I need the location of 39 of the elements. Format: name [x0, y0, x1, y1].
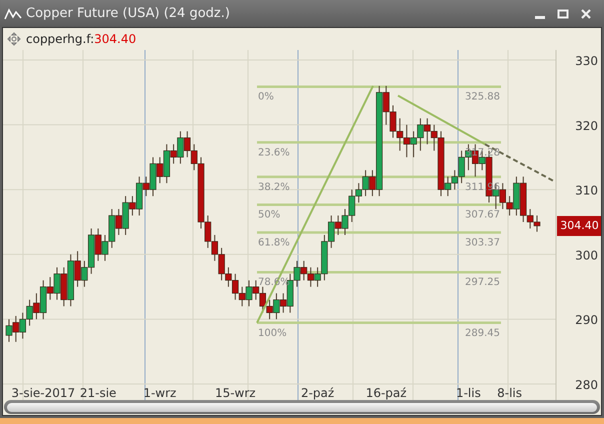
x-axis-label: 8-lis	[497, 386, 522, 400]
fibonacci-price-label: 303.37	[465, 238, 500, 249]
y-axis-label: 330	[575, 54, 598, 68]
chart-line-icon	[4, 6, 22, 20]
x-axis-label: 16-paź	[366, 386, 407, 400]
maximize-icon[interactable]	[557, 8, 569, 20]
x-axis-label: 2-paź	[300, 386, 334, 400]
fibonacci-price-label: 297.25	[465, 277, 500, 288]
fibonacci-percent-label: 100%	[258, 328, 287, 339]
trend-line-drawing[interactable]	[256, 85, 554, 324]
y-axis-label: 300	[575, 248, 598, 262]
y-axis-label: 290	[575, 313, 598, 328]
x-axis-label: 1-lis	[456, 386, 481, 400]
horizontal-scrollbar[interactable]	[4, 400, 600, 414]
last-price-tag: 304.40	[557, 216, 601, 236]
fibonacci-level-line[interactable]	[257, 176, 501, 178]
y-axis-label: 310	[575, 184, 598, 198]
y-axis-label: 320	[575, 118, 598, 133]
x-axis-label: 3-sie-2017	[11, 386, 76, 400]
fibonacci-percent-label: 61.8%	[258, 238, 290, 249]
move-icon[interactable]	[7, 32, 21, 46]
window-title: Copper Future (USA) (24 godz.)	[26, 6, 230, 21]
fibonacci-percent-label: 0%	[258, 92, 274, 103]
x-axis-label: 1-wrz	[143, 386, 176, 400]
close-icon[interactable]	[580, 8, 592, 20]
fibonacci-percent-label: 50%	[258, 210, 280, 221]
fibonacci-percent-label: 38.2%	[258, 182, 290, 193]
fibonacci-percent-label: 23.6%	[258, 147, 290, 158]
x-axis-label: 15-wrz	[214, 386, 256, 400]
symbol-label: copperhg.f:	[26, 32, 94, 46]
fibonacci-level-line[interactable]	[257, 141, 501, 144]
fibonacci-price-label: 307.67	[465, 210, 500, 221]
fibonacci-price-label: 325.88	[465, 92, 500, 103]
fibonacci-level-line[interactable]	[257, 270, 501, 274]
fibonacci-price-label: 289.45	[465, 328, 500, 339]
scroll-thumb[interactable]	[7, 402, 597, 412]
price-value: 304.40	[94, 32, 136, 46]
x-axis-label: 21-sie	[80, 386, 116, 400]
y-axis-label: 280	[575, 378, 598, 392]
